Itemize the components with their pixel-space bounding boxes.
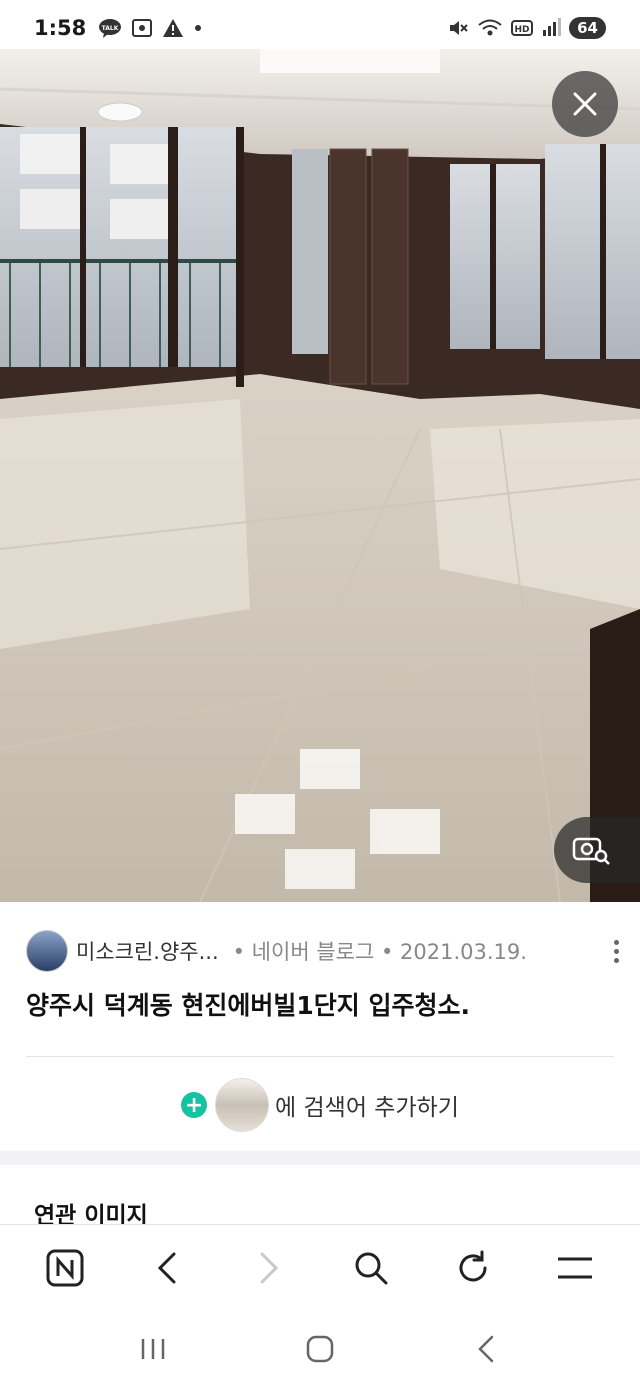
close-button[interactable] [552,71,618,137]
svg-text:HD: HD [515,25,530,35]
status-bar: 1:58 TALK HD 64 [0,0,640,56]
status-icons-left: TALK [98,18,203,38]
thumbnail-image [215,1078,270,1132]
kakaotalk-icon: TALK [99,19,122,38]
screenshot-icon [132,19,153,37]
alert-icon [163,19,184,37]
plus-icon: + [181,1092,208,1118]
system-navigation-bar [0,1310,640,1387]
source-meta: • 네이버 블로그 • 2021.03.19. [232,940,527,964]
image-viewer[interactable] [0,49,640,902]
refresh-button[interactable] [443,1238,503,1298]
add-search-term-button[interactable]: + 에 검색어 추가하기 [0,1078,640,1132]
back-icon [157,1252,176,1283]
menu-icon [558,1257,592,1278]
naver-home-icon [46,1249,84,1286]
signal-icon [543,18,562,36]
room-photo [0,49,640,902]
more-options-icon[interactable] [606,939,626,963]
status-icons-right: HD 64 [447,17,606,39]
browser-toolbar [0,1224,640,1310]
forward-button[interactable] [239,1238,299,1298]
source-avatar [26,930,68,972]
dot-icon [195,25,202,31]
forward-icon [260,1252,279,1283]
home-icon[interactable] [305,1334,335,1364]
image-search-button[interactable] [554,817,640,883]
add-search-term-label: 에 검색어 추가하기 [275,1095,459,1121]
related-images-heading: 연관 이미지 [34,1203,148,1224]
naver-home-button[interactable] [35,1238,95,1298]
recent-apps-icon[interactable] [138,1334,168,1364]
image-search-icon [572,837,610,865]
svg-text:TALK: TALK [102,25,119,32]
battery-level: 64 [569,17,606,39]
menu-button[interactable] [545,1238,605,1298]
back-button[interactable] [137,1238,197,1298]
status-time: 1:58 [34,16,87,40]
image-title[interactable]: 양주시 덕계동 현진에버빌1단지 입주청소. [26,986,470,1022]
image-info-panel: 미소크린.양주... • 네이버 블로그 • 2021.03.19. 양주시 덕… [0,902,640,1154]
close-icon [573,92,597,116]
search-button[interactable] [341,1238,401,1298]
section-separator [0,1151,640,1165]
hd-icon: HD [511,20,534,36]
mute-icon [450,21,468,35]
system-back-icon[interactable] [472,1334,502,1364]
source-name[interactable]: 미소크린.양주... [76,936,219,966]
refresh-icon [459,1250,487,1281]
divider [26,1056,614,1057]
source-row[interactable]: 미소크린.양주... • 네이버 블로그 • 2021.03.19. [26,930,626,972]
search-icon [355,1252,388,1284]
wifi-icon [478,19,502,36]
